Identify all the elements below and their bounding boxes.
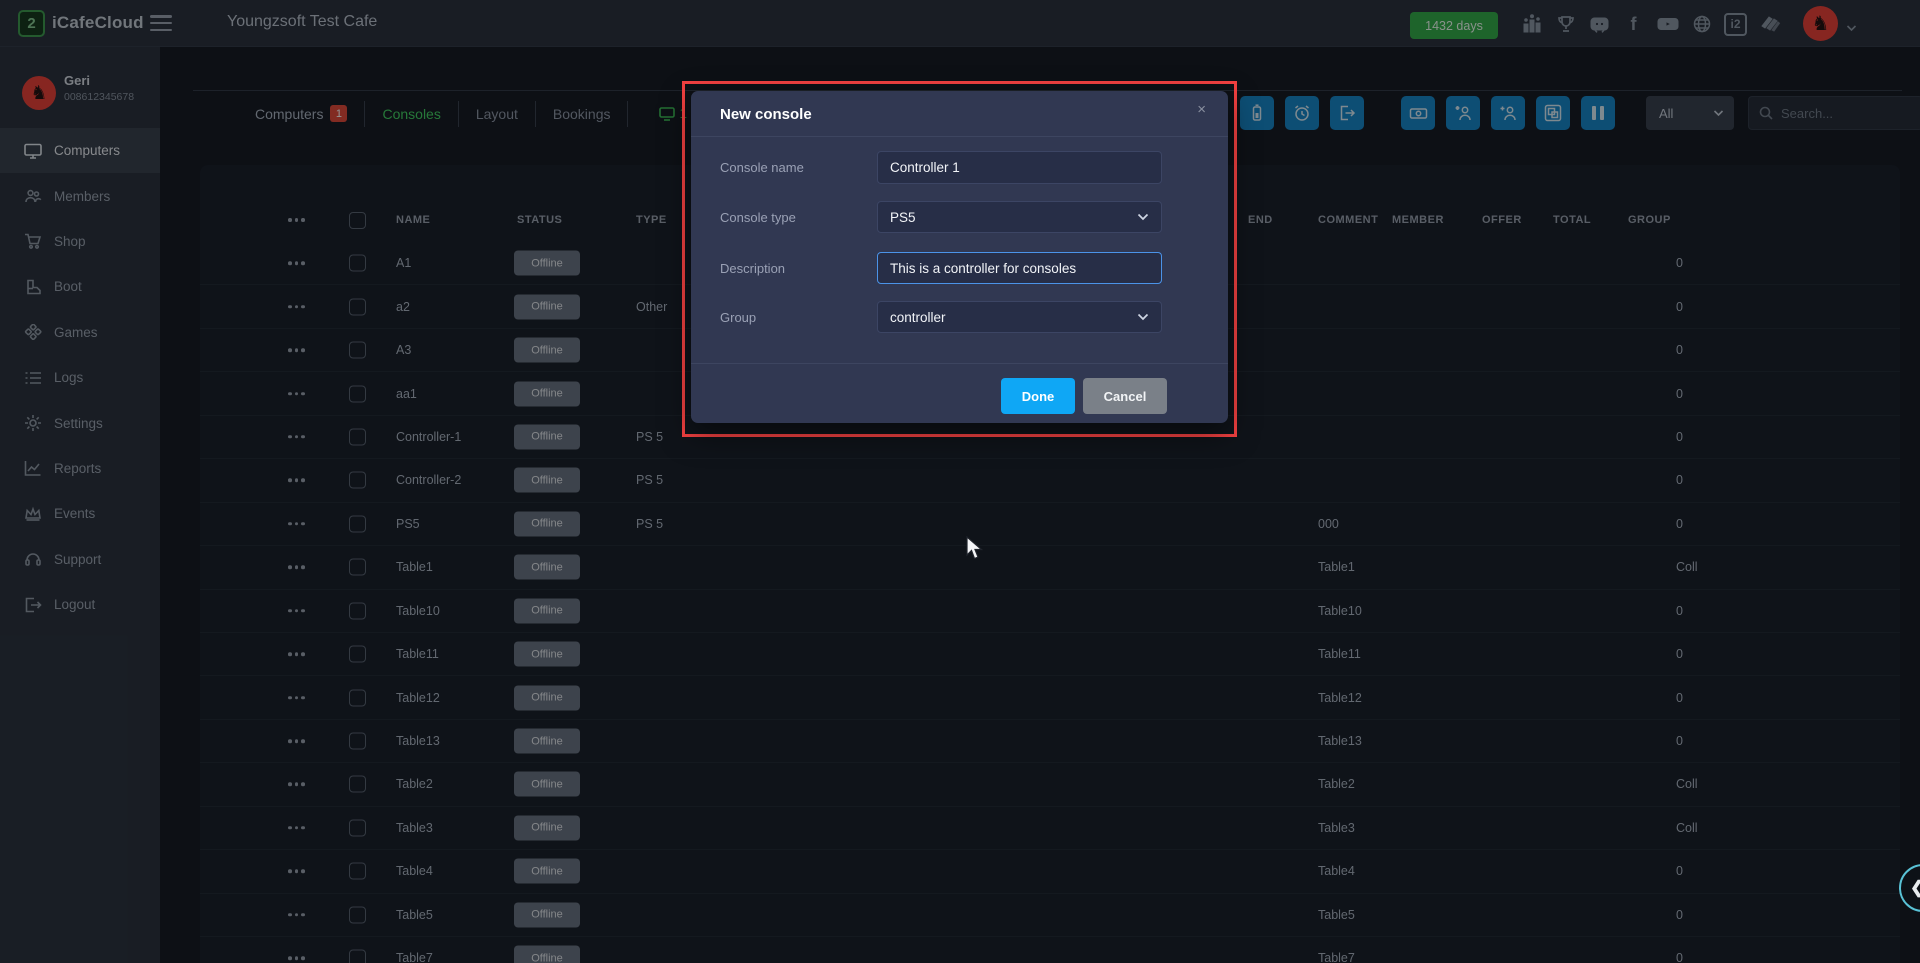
console-type-label: Console type <box>720 210 796 225</box>
close-icon[interactable]: × <box>1197 101 1206 118</box>
console-name-label: Console name <box>720 160 804 175</box>
description-input[interactable] <box>877 252 1162 284</box>
group-select[interactable]: controller <box>877 301 1162 333</box>
app-root: 2 iCafeCloud Youngzsoft Test Cafe 1432 d… <box>0 0 1920 963</box>
mouse-cursor <box>965 536 985 567</box>
chevron-down-icon <box>1137 213 1149 221</box>
modal-title: New console <box>720 106 812 123</box>
console-name-input[interactable] <box>877 151 1162 184</box>
console-type-select[interactable]: PS5 <box>877 201 1162 233</box>
group-label: Group <box>720 310 756 325</box>
chevron-down-icon <box>1137 313 1149 321</box>
cancel-button[interactable]: Cancel <box>1083 378 1167 414</box>
new-console-modal: New console × Console name Console type … <box>691 91 1228 423</box>
chevron-left-icon: ❮ <box>1910 878 1920 898</box>
done-button[interactable]: Done <box>1001 378 1075 414</box>
description-label: Description <box>720 261 785 276</box>
